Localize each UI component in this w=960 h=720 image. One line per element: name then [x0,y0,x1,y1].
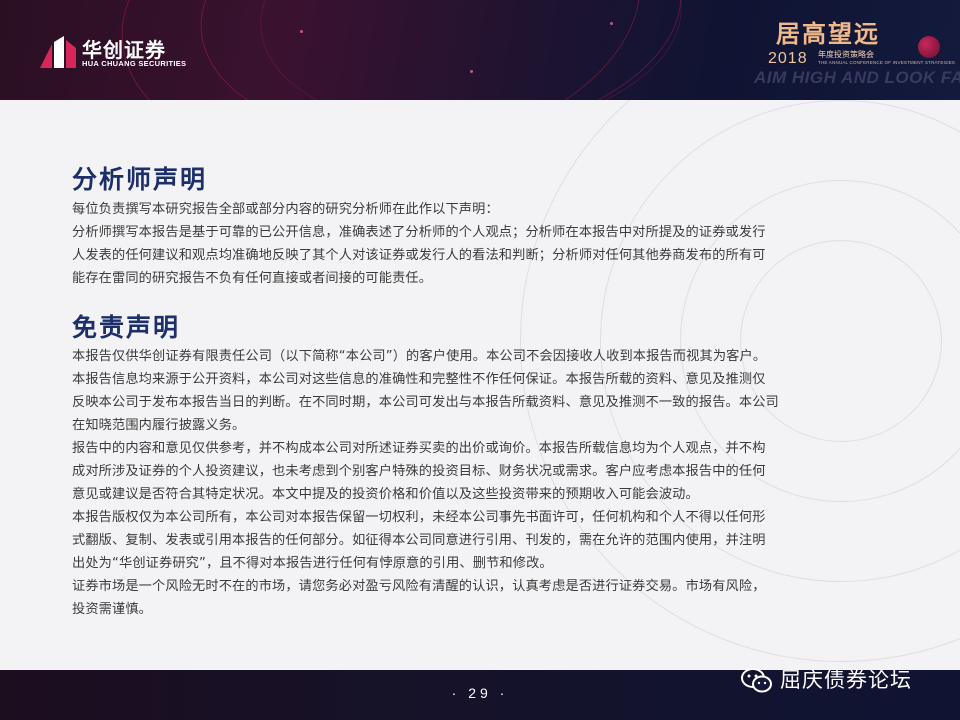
disclaimer-line: 报告中的内容和意见仅供参考，并不构成本公司对所述证券买卖的出价或询价。本报告所载… [72,441,766,456]
wechat-watermark: 屈庆债券论坛 [740,660,950,700]
analyst-line: 每位负责撰写本研究报告全部或部分内容的研究分析师在此作以下声明： [72,202,499,217]
brand-conference: 年度投资策略会 [818,50,874,59]
analyst-line: 人发表的任何建议和观点均准确地反映了其个人对该证券或发行人的看法和判断；分析师对… [72,248,766,263]
disclaimer-line: 成对所涉及证券的个人投资建议，也未考虑到个别客户特殊的投资目标、财务状况或需求。… [72,464,766,479]
wechat-icon [741,668,772,693]
huachuang-logo-icon [40,36,76,68]
decor-dot [610,22,613,25]
header-banner: 华创证券 HUA CHUANG SECURITIES 居高望远 2018 年度投… [0,0,960,100]
disclaimer-body: 本报告仅供华创证券有限责任公司（以下简称“本公司”）的客户使用。本公司不会因接收… [72,345,922,621]
brand-conference-en: THE ANNUAL CONFERENCE OF INVESTMENT STRA… [818,60,956,65]
slide-content: 分析师声明 每位负责撰写本研究报告全部或部分内容的研究分析师在此作以下声明： 分… [0,100,960,670]
disclaimer-line: 本报告仅供华创证券有限责任公司（以下简称“本公司”）的客户使用。本公司不会因接收… [72,349,767,364]
analyst-statement-title: 分析师声明 [72,165,208,194]
disclaimer-title: 免责声明 [72,313,181,342]
disclaimer-line: 式翻版、复制、发表或引用本报告的任何部分。如征得本公司同意进行引用、刊发的，需在… [72,533,766,548]
disclaimer-line: 证券市场是一个风险无时不在的市场，请您务必对盈亏风险有清醒的认识，认真考虑是否进… [72,579,766,594]
conference-brand: 居高望远 2018 年度投资策略会 THE ANNUAL CONFERENCE … [752,14,960,96]
decor-dot [470,70,473,73]
company-logo: 华创证券 HUA CHUANG SECURITIES [38,34,198,74]
decor-swirl [254,0,688,100]
analyst-line: 分析师撰写本报告是基于可靠的已公开信息，准确表述了分析师的个人观点；分析师在本报… [72,225,766,240]
brand-title: 居高望远 [776,20,880,48]
watermark-text: 屈庆债券论坛 [780,668,912,692]
disclaimer-line: 在知晓范围内履行披露义务。 [72,418,246,433]
decor-dot [300,30,303,33]
brand-year: 2018 [768,50,808,67]
disclaimer-line: 本报告版权仅为本公司所有，本公司对本报告保留一切权利，未经本公司事先书面许可，任… [72,510,766,525]
disclaimer-line: 反映本公司于发布本报告当日的判断。在不同时期，本公司可发出与本报告所载资料、意见… [72,395,779,410]
analyst-statement-body: 每位负责撰写本研究报告全部或部分内容的研究分析师在此作以下声明： 分析师撰写本报… [72,198,922,290]
analyst-line: 能存在雷同的研究报告不负有任何直接或者间接的可能责任。 [72,271,433,286]
brand-orb-icon [918,36,940,58]
logo-text-en: HUA CHUANG SECURITIES [82,59,187,68]
disclaimer-line: 投资需谨慎。 [72,602,153,617]
disclaimer-line: 本报告信息均来源于公开资料，本公司对这些信息的准确性和完整性不作任何保证。本报告… [72,372,766,387]
page-number: · 29 · [451,685,509,701]
disclaimer-line: 意见或建议是否符合其特定状况。本文中提及的投资价格和价值以及这些投资带来的预期收… [72,487,699,502]
brand-slogan: AIM HIGH AND LOOK FAR [754,68,960,87]
disclaimer-line: 出处为“华创证券研究”，且不得对本报告进行任何有悖原意的引用、删节和修改。 [72,556,553,571]
